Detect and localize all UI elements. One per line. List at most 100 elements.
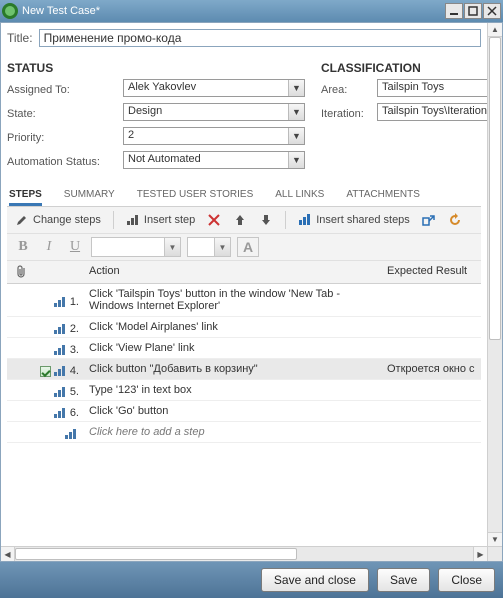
font-color-button[interactable]: A	[237, 237, 259, 257]
steps-column-header: Action Expected Result	[7, 261, 481, 284]
step-indicator-icon	[54, 297, 68, 307]
automation-status-value: Not Automated	[123, 151, 305, 169]
window-maximize-button[interactable]	[464, 3, 482, 19]
tab-summary[interactable]: SUMMARY	[64, 184, 115, 206]
step-number: 5.	[70, 386, 79, 398]
underline-button[interactable]: U	[65, 237, 85, 257]
insert-step-label: Insert step	[144, 214, 195, 226]
horizontal-scrollbar[interactable]: ◀ ▶	[1, 546, 487, 561]
shared-steps-icon	[298, 213, 312, 227]
window-titlebar: New Test Case*	[0, 0, 503, 22]
step-expected[interactable]: Откроется окно с	[381, 359, 481, 379]
arrow-down-icon	[259, 213, 273, 227]
title-row: Title:	[7, 29, 481, 47]
step-row[interactable]: 2.Click 'Model Airplanes' link	[7, 317, 481, 338]
step-indicator-icon	[65, 429, 79, 439]
step-number: 6.	[70, 407, 79, 419]
move-down-button[interactable]	[257, 212, 275, 228]
chevron-down-icon[interactable]: ▼	[288, 104, 304, 120]
step-row[interactable]: 5. Type '123' in text box	[7, 380, 481, 401]
window-close-button[interactable]	[483, 3, 501, 19]
step-row[interactable]: 4. Click button "Добавить в корзину"Откро…	[7, 359, 481, 380]
scroll-right-button[interactable]: ▶	[473, 547, 487, 561]
change-steps-label: Change steps	[33, 214, 101, 226]
vertical-scroll-thumb[interactable]	[489, 37, 501, 340]
bold-button[interactable]: B	[13, 237, 33, 257]
add-step-placeholder[interactable]: Click here to add a step	[83, 422, 381, 442]
state-label: State:	[7, 108, 123, 120]
chevron-down-icon[interactable]: ▼	[288, 128, 304, 144]
chevron-down-icon[interactable]: ▼	[288, 80, 304, 96]
step-expected[interactable]	[381, 317, 481, 337]
pencil-icon	[15, 213, 29, 227]
window-title: New Test Case*	[22, 5, 100, 17]
step-action[interactable]: Type '123' in text box	[83, 380, 381, 400]
step-action[interactable]: Click 'View Plane' link	[83, 338, 381, 358]
close-button[interactable]: Close	[438, 568, 495, 592]
tab-tested-user-stories[interactable]: TESTED USER STORIES	[137, 184, 254, 206]
step-indicator-icon	[54, 408, 68, 418]
area-combo[interactable]: Tailspin Toys ▼	[377, 79, 487, 100]
save-button[interactable]: Save	[377, 568, 430, 592]
save-and-close-button[interactable]: Save and close	[261, 568, 369, 592]
iteration-combo[interactable]: Tailspin Toys\Iteration ▼	[377, 103, 487, 124]
paperclip-icon	[16, 265, 27, 279]
change-steps-button[interactable]: Change steps	[13, 212, 103, 228]
scroll-down-button[interactable]: ▼	[488, 532, 502, 546]
assigned-to-combo[interactable]: Alek Yakovlev ▼	[123, 79, 305, 100]
tab-attachments[interactable]: ATTACHMENTS	[346, 184, 420, 206]
insert-step-button[interactable]: Insert step	[124, 212, 197, 228]
scroll-up-button[interactable]: ▲	[488, 23, 502, 37]
refresh-icon	[448, 213, 462, 227]
step-row[interactable]: 3.Click 'View Plane' link	[7, 338, 481, 359]
font-size-combo[interactable]: ▼	[187, 237, 231, 257]
step-row[interactable]: 6. Click 'Go' button	[7, 401, 481, 422]
step-action[interactable]: Click 'Go' button	[83, 401, 381, 421]
font-family-combo[interactable]: ▼	[91, 237, 181, 257]
action-column-label: Action	[83, 261, 381, 283]
insert-shared-steps-button[interactable]: Insert shared steps	[296, 212, 412, 228]
chevron-down-icon[interactable]: ▼	[214, 238, 230, 256]
tab-bar: STEPS SUMMARY TESTED USER STORIES ALL LI…	[7, 184, 481, 207]
horizontal-scroll-thumb[interactable]	[15, 548, 297, 560]
step-action[interactable]: Click 'Tailspin Toys' button in the wind…	[83, 284, 381, 316]
scroll-left-button[interactable]: ◀	[1, 547, 15, 561]
delete-step-button[interactable]	[205, 212, 223, 228]
arrow-up-icon	[233, 213, 247, 227]
chevron-down-icon[interactable]: ▼	[164, 238, 180, 256]
share-out-icon	[422, 213, 436, 227]
scroll-corner	[487, 546, 502, 561]
automation-status-combo[interactable]: Not Automated ▼	[123, 151, 305, 172]
delete-icon	[207, 213, 221, 227]
priority-combo[interactable]: 2 ▼	[123, 127, 305, 148]
step-indicator-icon	[54, 387, 68, 397]
window-minimize-button[interactable]	[445, 3, 463, 19]
title-field[interactable]	[39, 29, 481, 47]
step-row[interactable]: 1.Click 'Tailspin Toys' button in the wi…	[7, 284, 481, 317]
check-icon	[40, 366, 51, 377]
tab-steps[interactable]: STEPS	[9, 184, 42, 206]
vertical-scrollbar[interactable]: ▲ ▼	[487, 23, 502, 546]
move-up-button[interactable]	[231, 212, 249, 228]
automation-status-label: Automation Status:	[7, 156, 123, 168]
step-expected[interactable]	[381, 338, 481, 358]
state-combo[interactable]: Design ▼	[123, 103, 305, 124]
insert-step-icon	[126, 213, 140, 227]
assigned-to-value: Alek Yakovlev	[123, 79, 305, 97]
refresh-button[interactable]	[446, 212, 464, 228]
step-action[interactable]: Click 'Model Airplanes' link	[83, 317, 381, 337]
step-expected[interactable]	[381, 284, 481, 316]
step-number: 4.	[70, 365, 79, 377]
step-action[interactable]: Click button "Добавить в корзину"	[83, 359, 381, 379]
step-indicator-icon	[54, 366, 68, 376]
assigned-to-label: Assigned To:	[7, 84, 123, 96]
chevron-down-icon[interactable]: ▼	[288, 152, 304, 168]
step-expected[interactable]	[381, 401, 481, 421]
step-expected[interactable]	[381, 380, 481, 400]
step-indicator-icon	[54, 324, 68, 334]
iteration-value: Tailspin Toys\Iteration	[377, 103, 487, 121]
add-step-row[interactable]: Click here to add a step	[7, 422, 481, 443]
create-shared-steps-button[interactable]	[420, 212, 438, 228]
tab-all-links[interactable]: ALL LINKS	[275, 184, 324, 206]
italic-button[interactable]: I	[39, 237, 59, 257]
